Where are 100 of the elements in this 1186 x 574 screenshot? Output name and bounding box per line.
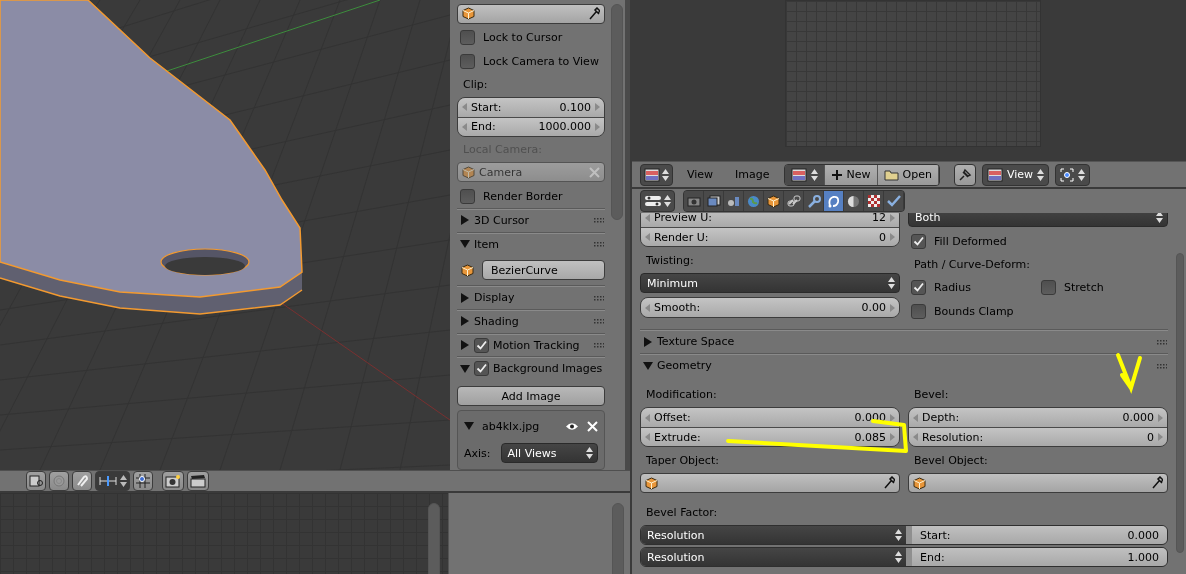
number-field[interactable]: Extrude: 0.085 <box>641 427 899 446</box>
scrollbar[interactable] <box>428 503 440 574</box>
panel-header[interactable]: Shading <box>457 308 605 333</box>
checkbox-label[interactable]: Lock Camera to View <box>483 54 599 68</box>
clapperboard-button[interactable] <box>187 471 209 491</box>
checkbox-label[interactable]: Lock to Cursor <box>483 31 563 45</box>
image-name[interactable]: ab4klx.jpg <box>482 419 540 433</box>
triangle-icon[interactable] <box>460 363 470 374</box>
number-field[interactable]: Depth: 0.000 <box>909 408 1167 427</box>
scrollbar[interactable] <box>612 503 624 574</box>
dropdown[interactable]: Both <box>908 213 1168 227</box>
eyedropper-icon <box>588 6 600 21</box>
picture-icon <box>790 167 807 182</box>
checkbox[interactable] <box>1041 279 1056 295</box>
snap-mode-dropdown[interactable] <box>95 471 130 491</box>
new-image-button[interactable]: New <box>824 164 878 185</box>
dropdown[interactable]: Resolution <box>641 526 906 544</box>
scrollbar[interactable] <box>610 4 623 220</box>
add-image-button[interactable]: Add Image <box>457 386 605 406</box>
triangle-icon[interactable] <box>460 292 470 303</box>
menu-item[interactable]: Image <box>727 168 778 181</box>
link-toggle-button[interactable] <box>26 471 46 491</box>
panel-header[interactable]: 3D Cursor <box>457 208 605 232</box>
number-field[interactable]: Start: 0.100 <box>458 98 604 117</box>
checkbox-label[interactable]: Radius <box>934 280 971 294</box>
checkbox[interactable] <box>474 361 489 377</box>
section-label: Bevel Object: <box>913 452 989 469</box>
editor-type-button[interactable] <box>640 190 675 212</box>
triangle-icon[interactable] <box>460 239 470 250</box>
dropdown[interactable]: All Views <box>500 443 598 463</box>
chain-link-icon <box>786 195 801 207</box>
up-down-arrows-icon <box>895 551 902 563</box>
checkbox[interactable] <box>474 337 489 353</box>
camera-button[interactable] <box>162 471 184 491</box>
number-field[interactable]: Start: 0.000 <box>906 526 1167 544</box>
up-down-arrows-icon <box>662 168 669 181</box>
object-field[interactable] <box>457 4 605 24</box>
record-button[interactable] <box>49 471 69 491</box>
checkbox-label[interactable]: Fill Deformed <box>934 234 1007 248</box>
name-field[interactable]: BezierCurve <box>482 260 605 281</box>
pin-button[interactable] <box>953 163 976 186</box>
triangle-icon[interactable] <box>460 340 470 351</box>
snap-toggle-button[interactable] <box>72 471 92 491</box>
number-field[interactable]: Offset: 0.000 <box>641 408 899 427</box>
menu-item[interactable]: View <box>679 168 722 181</box>
properties-tab[interactable] <box>764 191 784 211</box>
panel-header[interactable]: Background Images <box>457 356 605 381</box>
checkbox[interactable] <box>911 233 926 249</box>
object-field[interactable] <box>640 473 900 493</box>
checkbox[interactable] <box>911 303 926 319</box>
properties-tab[interactable] <box>884 191 904 211</box>
dropdown[interactable]: Minimum <box>640 273 900 293</box>
left-arrow-icon <box>462 103 467 112</box>
object-field[interactable] <box>908 473 1168 493</box>
cube-icon <box>645 476 658 490</box>
checkbox[interactable] <box>460 53 475 69</box>
checkbox-label[interactable]: Bounds Clamp <box>934 304 1014 318</box>
number-field[interactable]: Preview U: 12 <box>641 213 899 227</box>
dropdown[interactable]: Resolution <box>641 548 906 566</box>
panel-header[interactable]: Geometry <box>640 353 1168 377</box>
triangle-icon[interactable] <box>643 336 653 347</box>
number-field[interactable]: Smooth: 0.00 <box>641 298 899 317</box>
view-mode-dropdown[interactable]: View <box>981 163 1050 186</box>
properties-tab[interactable] <box>844 191 864 211</box>
panel-header[interactable]: Motion Tracking <box>457 332 605 357</box>
checkbox[interactable] <box>460 188 475 204</box>
panel-header[interactable]: Display <box>457 285 605 309</box>
checkbox-label[interactable]: Stretch <box>1064 280 1104 294</box>
checkbox-label[interactable]: Render Border <box>483 189 563 203</box>
number-field[interactable]: Render U: 0 <box>641 227 899 246</box>
checkbox[interactable] <box>460 30 475 46</box>
left-arrow-icon <box>645 303 650 312</box>
triangle-icon[interactable] <box>460 215 470 226</box>
pivot-dropdown[interactable] <box>1055 163 1091 186</box>
up-down-arrows-icon <box>1037 168 1045 181</box>
open-image-button[interactable]: Open <box>877 164 939 185</box>
properties-tab[interactable] <box>784 191 804 211</box>
grip-icon <box>594 294 604 301</box>
number-field[interactable]: Resolution: 0 <box>909 427 1167 446</box>
axis-label: Axis: <box>464 446 491 460</box>
triangle-icon[interactable] <box>643 360 653 371</box>
triangle-icon[interactable] <box>464 421 474 431</box>
grip-icon <box>594 342 604 349</box>
section-label: Path / Curve-Deform: <box>913 256 1031 273</box>
right-arrow-icon <box>890 433 895 441</box>
left-arrow-icon <box>645 213 650 222</box>
scrollbar[interactable] <box>1176 253 1184 553</box>
number-field[interactable]: End: 1.000 <box>906 548 1167 566</box>
grid-snap-button[interactable] <box>133 471 153 491</box>
panel-header[interactable]: Item <box>457 231 605 256</box>
curve-object-drawing[interactable] <box>0 0 303 315</box>
annotation-arrow <box>1116 353 1142 395</box>
checkbox[interactable] <box>911 279 926 295</box>
triangle-icon[interactable] <box>460 316 470 327</box>
wrench-icon <box>806 194 821 208</box>
editor-type-button[interactable] <box>640 163 673 186</box>
grip-icon <box>594 217 604 224</box>
image-browse-button[interactable] <box>784 164 825 185</box>
panel-header[interactable]: Texture Space <box>640 329 1168 353</box>
properties-tab[interactable] <box>824 191 844 211</box>
